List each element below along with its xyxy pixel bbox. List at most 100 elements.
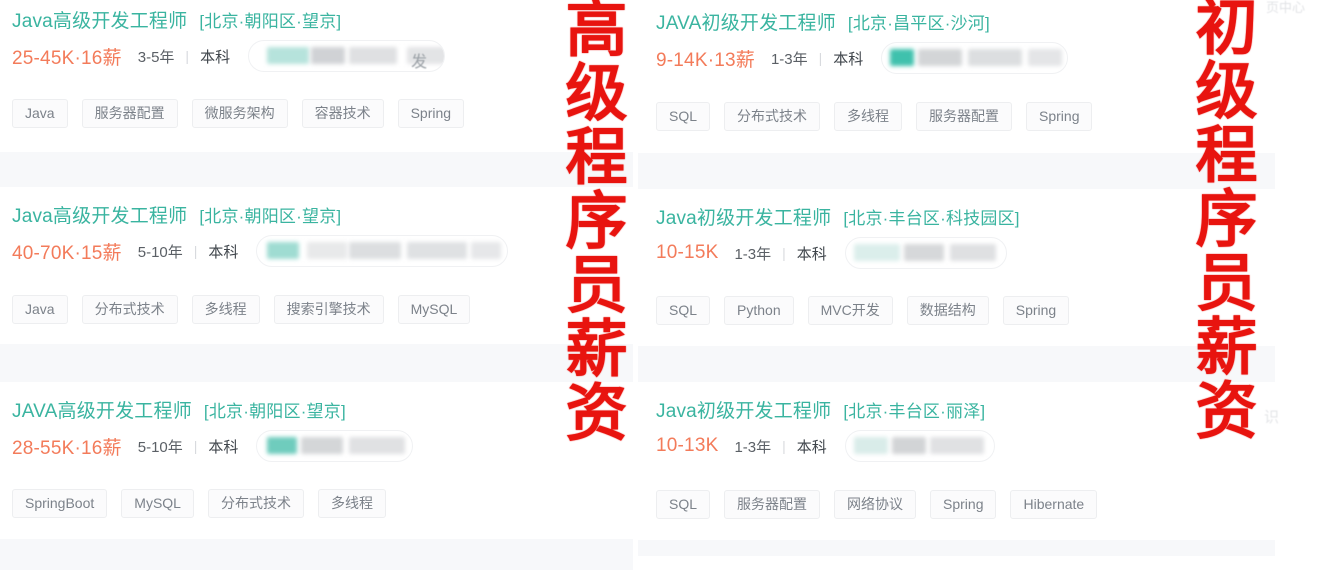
company-name-redacted[interactable] bbox=[256, 430, 414, 462]
job-card[interactable]: Java高级开发工程师 [北京·朝阳区·望京] 25-45K·16薪 3-5年 | 本科 发… bbox=[0, 0, 633, 152]
skill-tag[interactable]: 多线程 bbox=[834, 102, 903, 131]
job-salary: 25-45K·16薪 bbox=[12, 47, 122, 69]
job-salary: 9-14K·13薪 bbox=[656, 49, 755, 71]
skill-tag[interactable]: 数据结构 bbox=[906, 296, 989, 325]
redaction-block bbox=[267, 437, 298, 454]
redaction-block bbox=[349, 47, 398, 64]
skill-tag-row: SQL 服务器配置 网络协议 Spring Hibernate bbox=[656, 490, 1111, 519]
skill-tag[interactable]: 分布式技术 bbox=[207, 489, 304, 518]
job-card-header: JAVA高级开发工程师 [北京·朝阳区·望京] bbox=[12, 396, 346, 423]
job-title[interactable]: Java高级开发工程师 bbox=[12, 6, 187, 33]
redaction-block bbox=[349, 437, 406, 454]
job-card[interactable]: JAVA初级开发工程师 [北京·昌平区·沙河] 9-14K·13薪 1-3年 | 本科 SQ… bbox=[638, 0, 1275, 153]
company-name-redacted[interactable] bbox=[844, 430, 995, 462]
job-title[interactable]: Java初级开发工程师 bbox=[656, 203, 831, 230]
job-title[interactable]: JAVA初级开发工程师 bbox=[656, 8, 836, 35]
skill-tag[interactable]: SQL bbox=[656, 490, 711, 519]
job-location: [北京·昌平区·沙河] bbox=[847, 14, 990, 33]
skill-tag[interactable]: 网络协议 bbox=[834, 490, 917, 519]
skill-tag[interactable]: SQL bbox=[656, 102, 711, 131]
meta-divider: | bbox=[193, 243, 198, 259]
redaction-block bbox=[968, 49, 1023, 66]
skill-tag[interactable]: Spring bbox=[397, 99, 465, 128]
job-education: 本科 bbox=[208, 438, 239, 456]
company-name-redacted[interactable] bbox=[881, 42, 1069, 74]
redaction-block bbox=[307, 242, 348, 259]
job-meta-row: 10-13K 1-3年 | 本科 bbox=[656, 430, 995, 462]
skill-tag[interactable]: 多线程 bbox=[317, 489, 386, 518]
company-name-redacted[interactable]: 发 bbox=[248, 40, 446, 72]
redaction-block bbox=[471, 242, 502, 259]
job-card[interactable]: JAVA高级开发工程师 [北京·朝阳区·望京] 28-55K·16薪 5-10年 | 本科… bbox=[0, 382, 633, 539]
redaction-block bbox=[407, 242, 468, 259]
meta-divider: | bbox=[782, 438, 786, 454]
job-salary: 40-70K·15薪 bbox=[12, 242, 122, 264]
job-card-header: JAVA初级开发工程师 [北京·昌平区·沙河] bbox=[656, 8, 990, 35]
skill-tag[interactable]: Java bbox=[12, 99, 68, 128]
skill-tag[interactable]: 分布式技术 bbox=[724, 102, 821, 131]
skill-tag[interactable]: MySQL bbox=[397, 295, 471, 324]
job-card-header: Java高级开发工程师 [北京·朝阳区·望京] bbox=[12, 201, 341, 228]
redaction-block bbox=[890, 49, 915, 66]
company-partial-glyph: 发 bbox=[411, 54, 428, 71]
skill-tag[interactable]: Java bbox=[12, 295, 68, 324]
redaction-block bbox=[349, 242, 402, 259]
job-card[interactable]: Java高级开发工程师 [北京·朝阳区·望京] 40-70K·15薪 5-10年 | 本科… bbox=[0, 187, 633, 344]
company-name-redacted[interactable] bbox=[844, 237, 1007, 269]
job-title[interactable]: JAVA高级开发工程师 bbox=[12, 396, 192, 423]
skill-tag[interactable]: 服务器配置 bbox=[724, 490, 821, 519]
job-title[interactable]: Java初级开发工程师 bbox=[656, 396, 831, 423]
skill-tag[interactable]: 多线程 bbox=[191, 295, 260, 324]
skill-tag[interactable]: 分布式技术 bbox=[81, 295, 178, 324]
meta-divider: | bbox=[782, 245, 786, 261]
redaction-block bbox=[301, 437, 344, 454]
skill-tag[interactable]: Spring bbox=[930, 490, 997, 519]
skill-tag[interactable]: Python bbox=[724, 296, 794, 325]
skill-tag[interactable]: 搜索引擎技术 bbox=[273, 295, 384, 324]
redaction-block bbox=[891, 437, 926, 454]
meta-divider: | bbox=[193, 438, 198, 454]
job-location: [北京·朝阳区·望京] bbox=[203, 402, 346, 421]
job-card-header: Java初级开发工程师 [北京·丰台区·科技园区] bbox=[656, 203, 1020, 230]
skill-tag[interactable]: SpringBoot bbox=[12, 489, 108, 518]
job-meta-row: 25-45K·16薪 3-5年 | 本科 发 bbox=[12, 40, 446, 72]
meta-divider: | bbox=[185, 48, 190, 64]
job-experience: 5-10年 bbox=[137, 438, 183, 456]
skill-tag[interactable]: 容器技术 bbox=[301, 99, 384, 128]
job-location: [北京·朝阳区·望京] bbox=[199, 12, 342, 31]
job-education: 本科 bbox=[200, 48, 231, 66]
skill-tag[interactable]: Spring bbox=[1026, 102, 1093, 131]
skill-tag[interactable]: 服务器配置 bbox=[916, 102, 1013, 131]
skill-tag[interactable]: MySQL bbox=[121, 489, 194, 518]
skill-tag-row: SQL 分布式技术 多线程 服务器配置 Spring bbox=[656, 102, 1106, 131]
background-side-partial-text: 识 bbox=[1264, 409, 1280, 426]
job-location: [北京·朝阳区·望京] bbox=[199, 207, 342, 226]
skill-tag[interactable]: SQL bbox=[656, 296, 711, 325]
redaction-block bbox=[853, 244, 900, 261]
skill-tag[interactable]: Spring bbox=[1002, 296, 1070, 325]
job-meta-row: 28-55K·16薪 5-10年 | 本科 bbox=[12, 430, 414, 462]
company-name-redacted[interactable] bbox=[256, 235, 509, 267]
skill-tag[interactable]: MVC开发 bbox=[807, 296, 893, 325]
job-card[interactable]: Java初级开发工程师 [北京·丰台区·丽泽] 10-13K 1-3年 | 本科 SQL 服务… bbox=[638, 382, 1275, 540]
skill-tag-row: SQL Python MVC开发 数据结构 Spring bbox=[656, 296, 1083, 325]
job-title[interactable]: Java高级开发工程师 bbox=[12, 201, 187, 228]
job-meta-row: 10-15K 1-3年 | 本科 bbox=[656, 237, 1007, 269]
redaction-block bbox=[1028, 49, 1063, 66]
redaction-block bbox=[903, 244, 944, 261]
job-education: 本科 bbox=[208, 243, 239, 261]
job-salary: 10-15K bbox=[656, 242, 719, 263]
job-education: 本科 bbox=[833, 50, 864, 68]
screenshot-root: Java高级开发工程师 [北京·朝阳区·望京] 25-45K·16薪 3-5年 | 本科 发… bbox=[0, 0, 1341, 570]
redaction-block bbox=[853, 437, 888, 454]
skill-tag[interactable]: 微服务架构 bbox=[191, 99, 288, 128]
job-location: [北京·丰台区·科技园区] bbox=[843, 209, 1020, 228]
job-experience: 1-3年 bbox=[734, 438, 772, 456]
skill-tag-row: Java 服务器配置 微服务架构 容器技术 Spring bbox=[12, 99, 478, 128]
job-salary: 10-13K bbox=[656, 435, 719, 456]
job-card-header: Java高级开发工程师 [北京·朝阳区·望京] bbox=[12, 6, 341, 33]
skill-tag[interactable]: Hibernate bbox=[1010, 490, 1098, 519]
skill-tag[interactable]: 服务器配置 bbox=[81, 99, 178, 128]
job-card[interactable]: Java初级开发工程师 [北京·丰台区·科技园区] 10-15K 1-3年 | 本科 SQL… bbox=[638, 189, 1275, 346]
job-experience: 1-3年 bbox=[734, 245, 772, 263]
